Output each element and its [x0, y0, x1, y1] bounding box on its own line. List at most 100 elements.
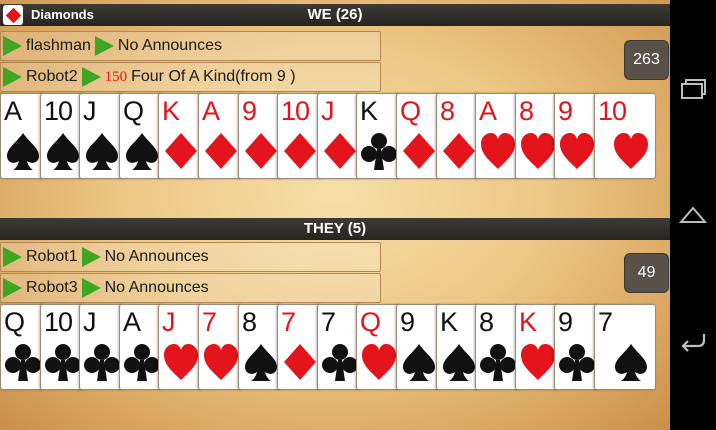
system-nav-bar: [670, 0, 716, 430]
play-arrow-icon: [3, 67, 22, 87]
club-icon: [322, 344, 358, 381]
card-rank: Q: [123, 96, 144, 126]
card-rank: 8: [440, 96, 455, 126]
diamond-icon: [284, 344, 316, 380]
bonus-points-badge: 150: [104, 68, 128, 85]
announce-text: No Announces: [104, 248, 209, 265]
card-rank: 10: [281, 96, 310, 126]
play-arrow-icon: [3, 36, 22, 56]
card-rank: J: [83, 307, 96, 337]
player-name: Robot2: [26, 68, 78, 85]
diamond-icon: [3, 5, 23, 25]
club-icon: [45, 344, 81, 381]
card-rank: Q: [360, 307, 381, 337]
diamond-icon: [443, 133, 475, 169]
card-rank: J: [321, 96, 334, 126]
card-rank: 7: [598, 307, 613, 337]
diamond-icon: [165, 133, 197, 169]
card-rank: K: [519, 307, 537, 337]
diamond-icon: [284, 133, 316, 169]
heart-icon: [481, 133, 515, 169]
play-arrow-icon: [3, 278, 22, 298]
heart-icon: [521, 344, 555, 380]
team-they-score: 49: [624, 253, 669, 293]
card-rank: 7: [202, 307, 217, 337]
club-icon: [124, 344, 160, 381]
announce-text: No Announces: [104, 279, 209, 296]
play-arrow-icon: [3, 247, 22, 267]
player-name: Robot3: [26, 279, 78, 296]
heart-icon: [560, 133, 594, 169]
club-icon: [480, 344, 516, 381]
player-row-robot3: Robot3 No Announces: [0, 273, 381, 303]
team-they-hand: Q 10 J A J 7 8 7 7 Q 9 K 8 K 9 7: [0, 304, 656, 392]
card-rank: 10: [598, 96, 627, 126]
player-row-flashman: flashman No Announces: [0, 31, 381, 61]
card-rank: J: [162, 307, 175, 337]
spade-icon: [245, 344, 277, 381]
player-row-robot2: Robot2 150 Four Of A Kind(from 9 ): [0, 62, 381, 92]
card-rank: Q: [4, 307, 25, 337]
spade-icon: [7, 133, 39, 170]
card-rank: K: [440, 307, 458, 337]
play-arrow-icon: [94, 36, 114, 56]
diamond-icon: [205, 133, 237, 169]
card-rank: 9: [400, 307, 415, 337]
spade-icon: [403, 344, 435, 381]
card-rank: 9: [558, 96, 573, 126]
team-we-header: Diamonds WE (26): [0, 4, 670, 26]
card-rank: 8: [242, 307, 257, 337]
play-arrow-icon: [81, 67, 101, 87]
heart-icon: [614, 133, 648, 169]
heart-icon: [204, 344, 238, 380]
card-rank: K: [360, 96, 378, 126]
team-we-score: 263: [624, 40, 669, 80]
card-rank: 9: [242, 96, 257, 126]
spade-icon: [86, 133, 118, 170]
card-rank: K: [162, 96, 180, 126]
card-rank: J: [83, 96, 96, 126]
card-rank: 7: [281, 307, 296, 337]
spade-icon: [47, 133, 79, 170]
card-rank: 10: [44, 307, 73, 337]
team-they-title: THEY (5): [303, 220, 367, 237]
club-icon: [84, 344, 120, 381]
recent-apps-icon[interactable]: [678, 74, 708, 104]
card-rank: A: [123, 307, 141, 337]
game-table: Diamonds WE (26) flashman No Announces R…: [0, 0, 670, 430]
team-we-title: WE (26): [307, 6, 363, 23]
player-name: Robot1: [26, 248, 78, 265]
card-rank: A: [4, 96, 22, 126]
card-rank: 8: [519, 96, 534, 126]
team-they-header: THEY (5): [0, 218, 670, 240]
diamond-icon: [245, 133, 277, 169]
club-icon: [361, 133, 397, 170]
player-row-robot1: Robot1 No Announces: [0, 242, 381, 272]
playing-card[interactable]: 10: [594, 93, 656, 179]
playing-card[interactable]: 7: [594, 304, 656, 390]
spade-icon: [615, 344, 647, 381]
spade-icon: [126, 133, 158, 170]
card-rank: Q: [400, 96, 421, 126]
card-rank: 10: [44, 96, 73, 126]
home-icon[interactable]: [678, 200, 708, 230]
club-icon: [559, 344, 595, 381]
club-icon: [5, 344, 41, 381]
diamond-icon: [324, 133, 356, 169]
card-rank: A: [202, 96, 220, 126]
card-rank: 9: [558, 307, 573, 337]
heart-icon: [164, 344, 198, 380]
team-we-hand: A 10 J Q K A 9 10 J K Q 8 A 8 9 10: [0, 93, 656, 181]
player-name: flashman: [26, 37, 91, 54]
spade-icon: [443, 344, 475, 381]
trump-indicator: Diamonds: [3, 5, 94, 25]
heart-icon: [362, 344, 396, 380]
card-rank: A: [479, 96, 497, 126]
diamond-icon: [403, 133, 435, 169]
heart-icon: [521, 133, 555, 169]
back-icon[interactable]: [678, 326, 708, 356]
trump-label: Diamonds: [31, 7, 94, 22]
card-rank: 7: [321, 307, 336, 337]
announce-text: No Announces: [117, 37, 222, 54]
play-arrow-icon: [81, 247, 101, 267]
